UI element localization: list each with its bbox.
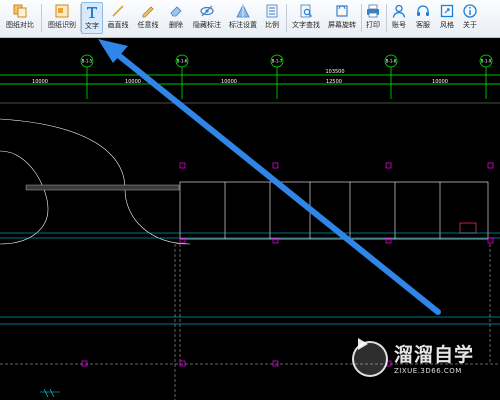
compare-button[interactable]: 图纸对比 [3,2,37,34]
annotation-settings-label: 标注设置 [229,21,257,29]
headset-icon [417,5,429,16]
customer-service-button[interactable]: 客服 [413,2,433,34]
hide-annotation-button[interactable]: 隐藏标注 [190,2,224,34]
text-search-icon [300,4,312,18]
print-button[interactable]: 打印 [363,2,383,34]
screen-rotate-icon [336,5,348,17]
total-dimension-text: 103500 [325,69,344,75]
toolbar-separator [41,4,42,32]
account-label: 账号 [392,21,406,29]
axis-label: B-1-6 [177,59,188,64]
toolbar: 图纸对比 图纸识别 文字 画直线 任意线 删除 隐藏标注 标注设置 比例 文字查… [0,0,500,38]
toolbar-separator [286,4,287,32]
curved-walkway [0,118,191,245]
dimension-lines [0,74,500,85]
user-icon [392,4,406,18]
freehand-icon [142,6,154,18]
watermark-title: 溜溜自学 [394,343,475,366]
recognize-icon [55,4,69,18]
axis-label: B-1-5 [82,59,93,64]
axis-lines [86,67,487,99]
delete-label: 删除 [169,21,183,29]
info-icon [463,4,477,18]
text-search-label: 文字查找 [292,21,320,29]
red-element [459,222,477,234]
delete-button[interactable]: 删除 [166,2,186,34]
play-logo-icon [352,338,388,377]
recognize-label: 图纸识别 [48,21,76,29]
hide-annotation-label: 隐藏标注 [193,21,221,29]
eraser-icon [170,6,182,17]
ratio-label: 比例 [265,21,279,29]
recognize-button[interactable]: 图纸识别 [45,2,79,34]
toolbar-separator [386,4,387,32]
compare-icon [13,4,27,18]
axis-label: B-1-7 [272,59,283,64]
bottom-marks [40,388,60,398]
screen-rotate-label: 屏幕旋转 [328,21,356,29]
freehand-label: 任意线 [137,21,159,29]
watermark-url: ZIXUE.3D66.COM [394,366,462,375]
dimension-text: 10000 [221,79,237,85]
text-label: 文字 [85,22,99,30]
watermark: 溜溜自学 ZIXUE.3D66.COM [352,334,476,384]
ratio-button[interactable]: 比例 [262,2,282,34]
annotation-settings-button[interactable]: 标注设置 [227,2,259,34]
dimension-text: 10000 [432,79,448,85]
dimension-texts: 103500 10000 10000 10000 12500 10000 [32,69,448,85]
draw-line-label: 画直线 [107,21,129,29]
axis-bubbles [80,54,493,68]
compare-label: 图纸对比 [6,21,34,29]
customer-service-label: 客服 [416,21,430,29]
ratio-icon [266,4,278,18]
style-button[interactable]: 风格 [437,2,457,34]
about-label: 关于 [463,21,477,29]
building-outline [179,181,489,240]
cyan-lines [0,232,500,325]
axis-label: B-1-9 [481,59,492,64]
axis-label: B-1-8 [386,59,397,64]
print-label: 打印 [366,21,380,29]
print-icon [367,4,379,18]
style-label: 风格 [440,21,454,29]
dimension-text: 10000 [125,79,141,85]
dimension-text: 10000 [32,79,48,85]
eye-hide-icon [200,5,214,17]
freehand-button[interactable]: 任意线 [136,2,160,34]
text-icon [87,7,97,18]
toolbar-separator [361,4,362,32]
line-icon [112,5,124,17]
about-button[interactable]: 关于 [460,2,480,34]
text-search-button[interactable]: 文字查找 [289,2,323,34]
drawing-canvas[interactable]: B-1-5 B-1-6 B-1-7 B-1-8 B-1-9 103500 100… [0,39,500,400]
text-button[interactable]: 文字 [81,2,103,34]
dimension-text: 12500 [326,79,342,85]
screen-rotate-button[interactable]: 屏幕旋转 [325,2,359,34]
draw-line-button[interactable]: 画直线 [106,2,130,34]
style-icon [440,4,454,18]
annotation-settings-icon [236,4,250,18]
account-button[interactable]: 账号 [389,2,409,34]
axis-labels: B-1-5 B-1-6 B-1-7 B-1-8 B-1-9 [82,59,492,64]
